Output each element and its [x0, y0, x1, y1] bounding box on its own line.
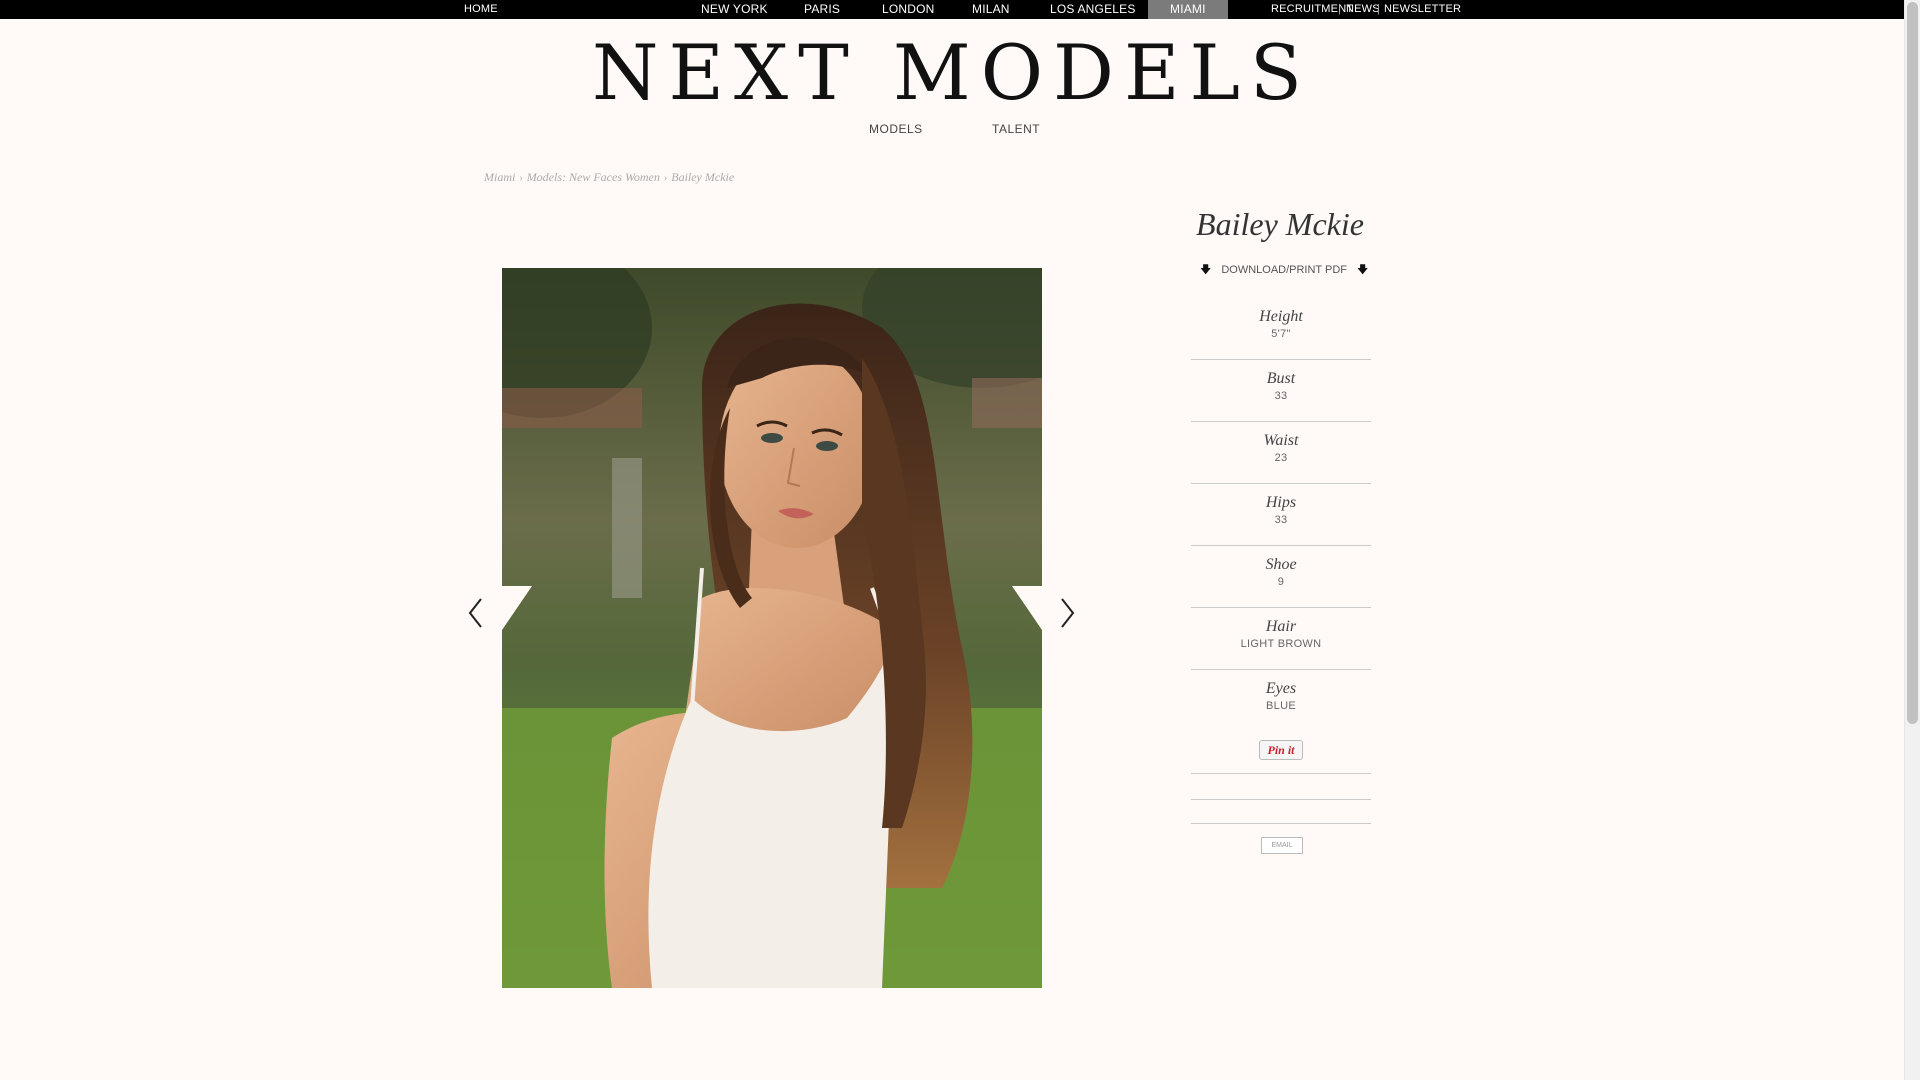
divider — [1191, 800, 1371, 824]
stat-label: Hips — [1265, 494, 1297, 511]
city-link-london[interactable]: LONDON — [882, 0, 935, 19]
breadcrumb-miami[interactable]: Miami — [484, 170, 515, 184]
download-pdf-link[interactable]: 🡇 DOWNLOAD/PRINT PDF 🡇 — [1190, 261, 1370, 280]
prev-notch-decoration — [502, 586, 532, 630]
nav-models[interactable]: MODELS — [869, 122, 923, 136]
model-photo-illustration — [502, 268, 1042, 988]
breadcrumb-separator: › — [663, 173, 668, 184]
recruitment-link[interactable]: RECRUITMENT — [1271, 0, 1353, 19]
pinit-button[interactable]: Pin it — [1259, 740, 1303, 760]
divider — [1191, 774, 1371, 800]
stat-value: 33 — [1274, 390, 1288, 402]
stat-waist: Waist 23 — [1191, 422, 1371, 484]
stat-label: Eyes — [1265, 680, 1297, 697]
download-arrow-icon: 🡇 — [1200, 264, 1212, 276]
breadcrumb-new-faces-women[interactable]: Models: New Faces Women — [527, 170, 660, 184]
model-name: Bailey Mckie — [1196, 206, 1364, 242]
nav-talent[interactable]: TALENT — [992, 122, 1040, 136]
stat-value: BLUE — [1266, 700, 1296, 712]
breadcrumb-current-model: Bailey Mckie — [671, 170, 735, 184]
stat-eyes: Eyes BLUE — [1191, 670, 1371, 732]
download-arrow-icon: 🡇 — [1357, 264, 1369, 276]
site-logo[interactable]: NEXT MODELS — [0, 28, 1904, 118]
pinit-row: Pin it — [1191, 730, 1371, 774]
stat-value: 5'7" — [1271, 328, 1291, 340]
topbar-separator: | — [1338, 3, 1341, 15]
download-pdf-label[interactable]: DOWNLOAD/PRINT PDF — [1221, 264, 1347, 276]
stat-label: Waist — [1263, 432, 1299, 449]
stat-shoe: Shoe 9 — [1191, 546, 1371, 608]
next-notch-decoration — [1012, 586, 1042, 630]
stat-value: 23 — [1274, 452, 1288, 464]
stat-value: 9 — [1277, 576, 1285, 588]
city-link-milan[interactable]: MILAN — [972, 0, 1010, 19]
top-navigation-bar: HOME NEW YORK PARIS LONDON MILAN LOS ANG… — [0, 0, 1904, 19]
scrollbar-thumb[interactable] — [1907, 2, 1918, 724]
model-photo — [502, 268, 1042, 988]
home-link[interactable]: HOME — [464, 0, 498, 19]
city-link-paris[interactable]: PARIS — [804, 0, 840, 19]
stat-label: Height — [1259, 308, 1303, 325]
stat-label: Bust — [1266, 370, 1296, 387]
newsletter-link[interactable]: NEWSLETTER — [1384, 0, 1461, 19]
chevron-right-icon[interactable] — [1057, 596, 1077, 630]
stat-hips: Hips 33 — [1191, 484, 1371, 546]
stat-hair: Hair LIGHT BROWN — [1191, 608, 1371, 670]
city-link-new-york[interactable]: NEW YORK — [701, 0, 768, 19]
email-button[interactable]: EMAIL — [1261, 837, 1303, 854]
stat-value: 33 — [1274, 514, 1288, 526]
stat-height: Height 5'7" — [1191, 298, 1371, 360]
stat-label: Shoe — [1265, 556, 1297, 573]
stat-value: LIGHT BROWN — [1240, 638, 1322, 650]
breadcrumb-separator: › — [519, 173, 523, 184]
city-link-los-angeles[interactable]: LOS ANGELES — [1050, 0, 1136, 19]
news-link[interactable]: NEWS — [1346, 0, 1380, 19]
breadcrumb: Miami › Models: New Faces Women › Bailey Mck… — [484, 170, 734, 185]
city-link-miami-active[interactable]: MIAMI — [1148, 0, 1228, 19]
topbar-separator: | — [1377, 3, 1380, 15]
vertical-scrollbar[interactable] — [1904, 0, 1920, 1080]
chevron-left-icon[interactable] — [466, 596, 486, 630]
model-stats: Height 5'7" Bust 33 Waist 23 Hips 33 Sho… — [1191, 298, 1371, 732]
stat-label: Hair — [1265, 618, 1297, 635]
stat-bust: Bust 33 — [1191, 360, 1371, 422]
